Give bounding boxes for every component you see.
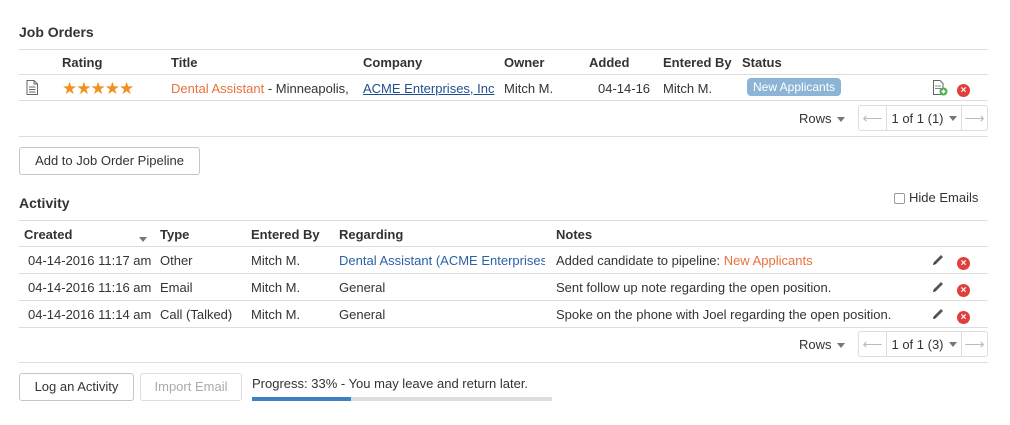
delete-icon[interactable]: × [957, 281, 970, 297]
job-orders-pager: ⟵ 1 of 1 (1) ⟶ [858, 105, 988, 131]
added-cell: 04-14-16 [598, 81, 651, 96]
notes-cell: Spoke on the phone with Joel regarding t… [556, 307, 892, 322]
divider [19, 136, 988, 137]
star-icon[interactable]: ★ [105, 79, 120, 98]
star-icon[interactable]: ★ [91, 79, 106, 98]
add-document-icon[interactable] [932, 80, 948, 99]
star-icon[interactable]: ★ [76, 79, 91, 98]
rows-dropdown[interactable]: Rows [799, 337, 845, 352]
status-badge[interactable]: New Applicants [747, 78, 842, 96]
star-icon[interactable]: ★ [119, 79, 134, 98]
hide-emails-toggle[interactable]: Hide Emails [894, 190, 978, 205]
notes-status-link[interactable]: New Applicants [724, 253, 813, 268]
hide-emails-label: Hide Emails [909, 190, 979, 205]
column-added[interactable]: Added [589, 55, 629, 70]
log-activity-button[interactable]: Log an Activity [19, 373, 134, 401]
notes-text: Added candidate to pipeline: [556, 253, 724, 268]
delete-icon[interactable]: × [957, 254, 970, 270]
regarding-cell: General [339, 307, 386, 322]
entered-by-cell: Mitch M. [663, 81, 713, 96]
star-icon[interactable]: ★ [62, 79, 77, 98]
progress-fill [252, 397, 351, 401]
rows-dropdown[interactable]: Rows [799, 111, 845, 126]
type-cell: Email [160, 280, 193, 295]
divider [19, 362, 988, 363]
job-title-cell: Dental Assistant - Minneapolis, C [171, 81, 351, 96]
next-page-button[interactable]: ⟶ [962, 332, 987, 356]
prev-page-button[interactable]: ⟵ [859, 332, 886, 356]
pencil-icon[interactable] [931, 253, 945, 270]
import-email-button[interactable]: Import Email [140, 373, 242, 401]
created-cell: 04-14-2016 11:17 am [28, 253, 152, 268]
column-notes[interactable]: Notes [556, 227, 592, 242]
column-entered-by[interactable]: Entered By [251, 227, 320, 242]
chevron-down-icon [948, 341, 957, 347]
column-created[interactable]: Created [24, 227, 72, 242]
column-regarding[interactable]: Regarding [339, 227, 403, 242]
document-icon[interactable] [26, 80, 38, 98]
rows-label: Rows [799, 111, 832, 126]
prev-page-button[interactable]: ⟵ [859, 106, 886, 130]
status-label: New Applicants [747, 78, 842, 96]
owner-cell: Mitch M. [504, 81, 554, 96]
column-entered-by[interactable]: Entered By [663, 55, 732, 70]
regarding-link[interactable]: Dental Assistant [339, 253, 432, 268]
job-location: - Minneapolis, C [267, 81, 351, 96]
column-type[interactable]: Type [160, 227, 189, 242]
entered-by-cell: Mitch M. [251, 253, 301, 268]
page-indicator: 1 of 1 (3) [891, 336, 944, 352]
rows-label: Rows [799, 337, 832, 352]
page-select[interactable]: 1 of 1 (1) [886, 106, 962, 130]
chevron-down-icon [836, 343, 845, 349]
sort-caret-icon[interactable] [139, 231, 147, 246]
created-cell: 04-14-2016 11:14 am [28, 307, 152, 322]
entered-by-cell: Mitch M. [251, 307, 301, 322]
notes-cell: Sent follow up note regarding the open p… [556, 280, 832, 295]
company-link[interactable]: ACME Enterprises, Inc [363, 81, 495, 96]
column-title[interactable]: Title [171, 55, 198, 70]
progress-bar [252, 397, 552, 401]
next-page-button[interactable]: ⟶ [962, 106, 987, 130]
type-cell: Call (Talked) [160, 307, 233, 322]
activity-pager: ⟵ 1 of 1 (3) ⟶ [858, 331, 988, 357]
job-title-link[interactable]: Dental Assistant [171, 81, 264, 96]
entered-by-cell: Mitch M. [251, 280, 301, 295]
rating-stars[interactable]: ★★★★★ [62, 79, 134, 99]
chevron-down-icon [836, 117, 845, 123]
column-company[interactable]: Company [363, 55, 422, 70]
created-cell: 04-14-2016 11:16 am [28, 280, 152, 295]
delete-icon[interactable]: × [957, 81, 970, 97]
progress-label: Progress: 33% - You may leave and return… [252, 376, 529, 391]
regarding-cell: General [339, 280, 386, 295]
delete-icon[interactable]: × [957, 308, 970, 324]
page-select[interactable]: 1 of 1 (3) [886, 332, 962, 356]
page-indicator: 1 of 1 (1) [891, 110, 944, 126]
chevron-down-icon [948, 115, 957, 121]
column-owner[interactable]: Owner [504, 55, 544, 70]
pencil-icon[interactable] [931, 280, 945, 297]
type-cell: Other [160, 253, 193, 268]
notes-cell: Added candidate to pipeline: New Applica… [556, 253, 813, 268]
job-orders-title: Job Orders [19, 24, 94, 40]
column-rating[interactable]: Rating [62, 55, 102, 70]
column-status[interactable]: Status [742, 55, 782, 70]
regarding-company[interactable]: (ACME Enterprises, In [432, 253, 545, 268]
regarding-cell: Dental Assistant (ACME Enterprises, In [339, 253, 545, 268]
pencil-icon[interactable] [931, 307, 945, 324]
add-to-pipeline-button[interactable]: Add to Job Order Pipeline [19, 147, 200, 175]
hide-emails-checkbox[interactable] [894, 193, 905, 205]
activity-title: Activity [19, 195, 70, 211]
